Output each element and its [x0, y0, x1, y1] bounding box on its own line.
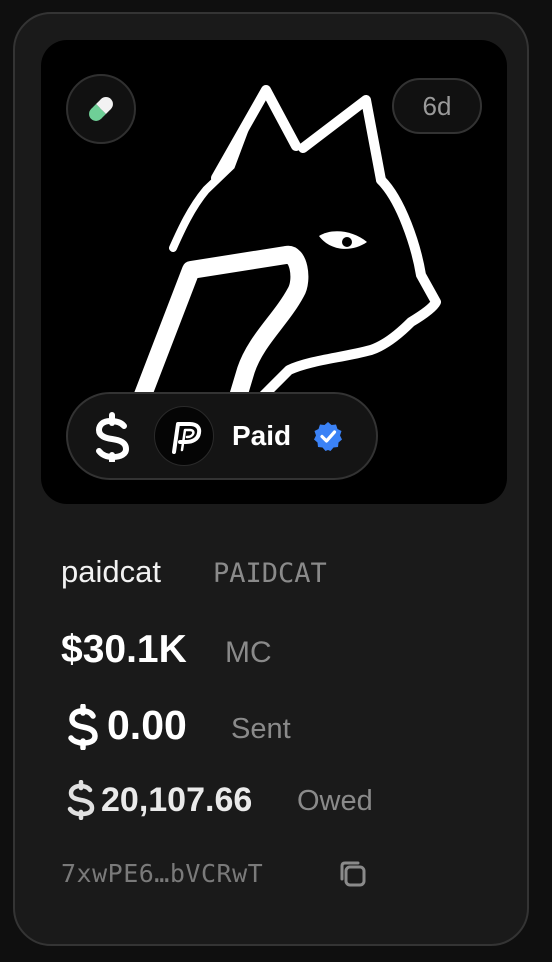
dollar-coin-icon	[68, 704, 98, 750]
copy-address-button[interactable]	[333, 854, 373, 894]
age-badge: 6d	[392, 78, 482, 134]
sent-label: Sent	[231, 713, 291, 745]
dollar-coin-icon	[95, 412, 130, 462]
market-cap-label: MC	[225, 636, 272, 669]
owed-label: Owed	[297, 785, 373, 817]
token-name: paidcat	[61, 554, 161, 589]
token-ticker: PAIDCAT	[213, 558, 327, 589]
copy-icon	[340, 861, 366, 887]
dollar-coin-icon	[67, 780, 95, 820]
sent-value: 0.00	[107, 702, 187, 748]
contract-address: 7xwPE6…bVCRwT	[61, 859, 264, 888]
creator-chip[interactable]: Paid	[66, 392, 378, 480]
token-card[interactable]: 6d Paid paidcat PAIDCAT $30.1K MC 0.00 S…	[13, 12, 529, 946]
paid-p-logo-icon	[172, 422, 202, 454]
market-cap-value: $30.1K	[61, 628, 187, 671]
token-image: 6d Paid	[41, 40, 507, 504]
paid-logo-avatar	[154, 406, 214, 466]
verified-badge-icon	[314, 422, 342, 451]
creator-name: Paid	[232, 420, 292, 451]
owed-value: 20,107.66	[101, 781, 253, 819]
pill-button[interactable]	[66, 74, 136, 144]
pill-icon	[89, 97, 113, 121]
